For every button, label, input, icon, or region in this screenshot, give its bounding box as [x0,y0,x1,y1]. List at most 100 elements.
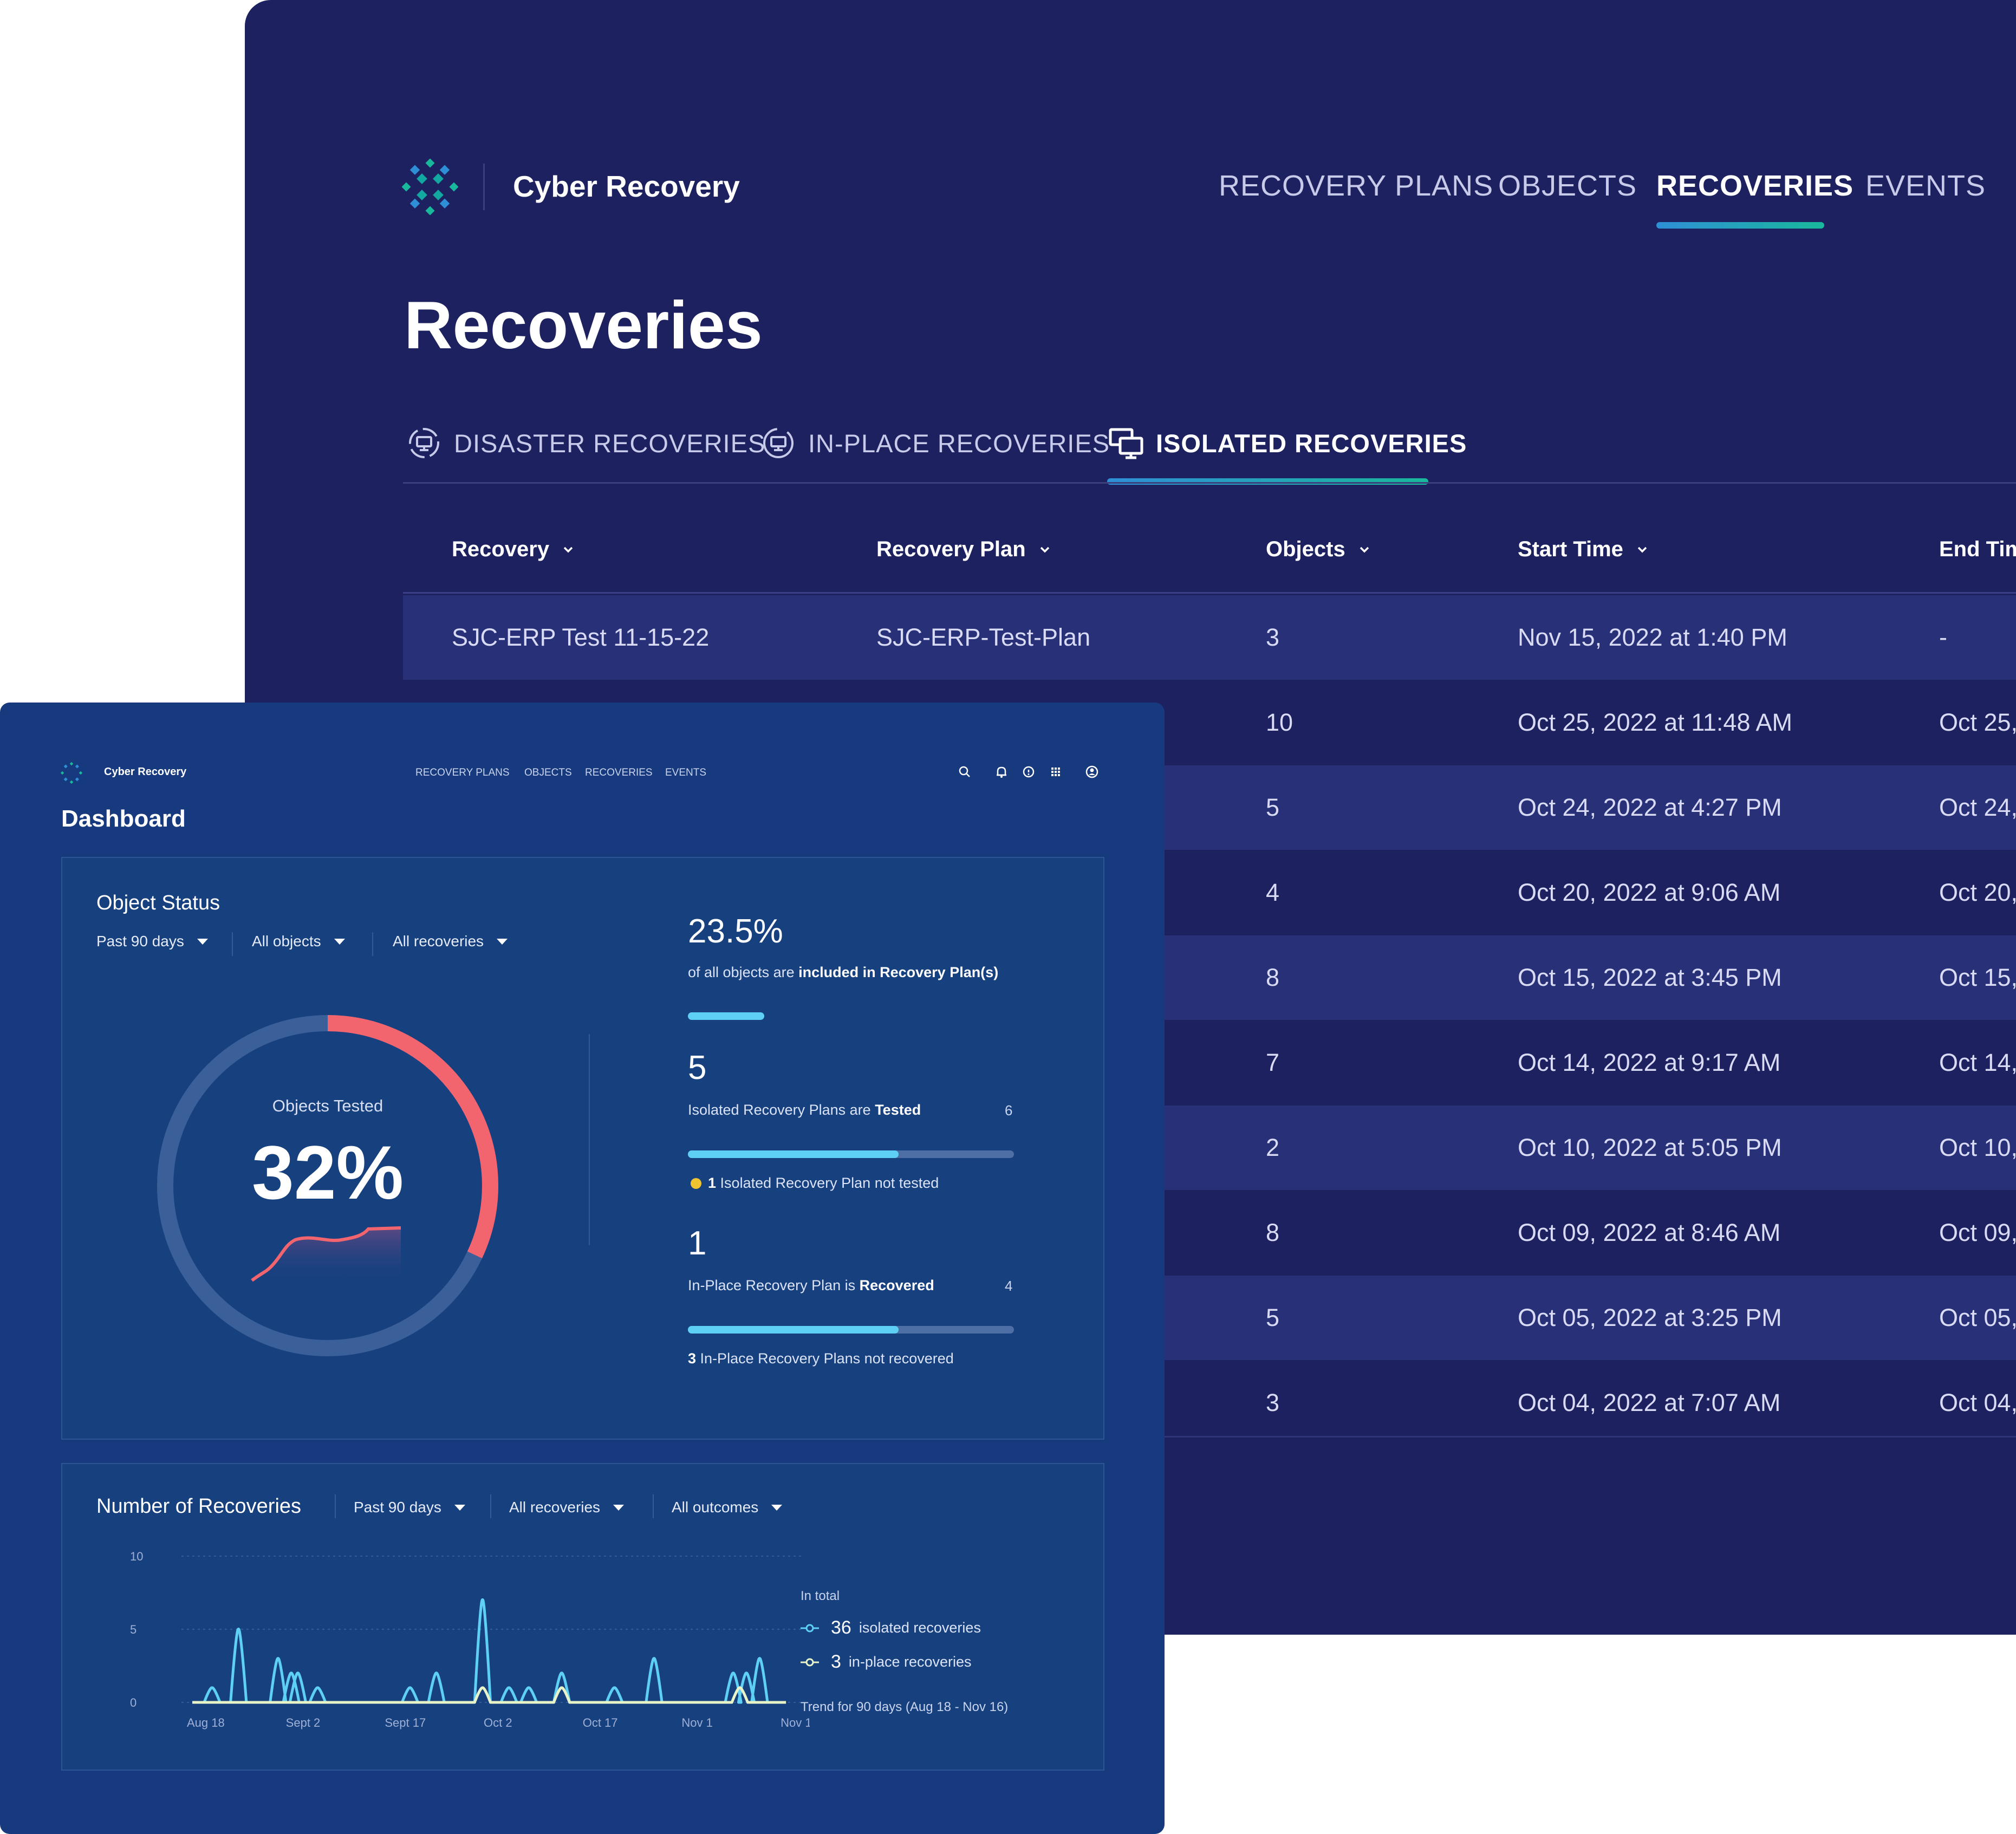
filter-objects[interactable]: All objects [252,933,345,950]
column-label: Objects [1266,537,1345,561]
filter-label: All recoveries [509,1499,601,1516]
section-divider [589,1034,590,1245]
in-place-recovered-description: In-Place Recovery Plan is Recovered [688,1277,934,1293]
isolated-tested-count: 5 [688,1049,707,1087]
donut-value: 32% [251,1130,404,1215]
cell-objects: 3 [1266,1389,1280,1416]
filter-divider [653,1494,654,1518]
caret-down-icon [497,938,508,945]
nav-recoveries[interactable]: RECOVERIES [585,767,653,779]
in-place-bar-fill [688,1326,899,1334]
included-description: of all objects are included in Recovery … [688,964,999,980]
nav-objects[interactable]: OBJECTS [524,767,572,779]
user-account-icon[interactable] [1084,764,1100,780]
legend-line-icon [801,1624,819,1632]
tab-label: DISASTER RECOVERIES [454,428,766,458]
isolated-tested-description: Isolated Recovery Plans are Tested [688,1102,921,1118]
column-header-recovery[interactable]: Recovery [452,537,575,562]
caret-down-icon [197,938,208,945]
cell-objects: 8 [1266,964,1280,991]
chevron-down-icon [1637,547,1647,552]
x-tick-label: Sept 2 [286,1716,321,1729]
cell-recovery: SJC-ERP Test 11-15-22 [452,623,710,651]
x-tick-label: Nov 1 [681,1716,712,1729]
chevron-down-icon [563,547,573,552]
nav-recovery-plans[interactable]: RECOVERY PLANS [1219,169,1493,203]
in-place-recovery-icon [763,428,794,458]
legend-in-place: 3 in-place recoveries [801,1651,972,1673]
donut-label: Objects Tested [272,1096,383,1115]
legend-label: isolated recoveries [859,1620,981,1636]
filter-outcomes[interactable]: All outcomes [672,1499,783,1516]
sparkline-area [252,1229,401,1280]
cell-start: Oct 04, 2022 at 7:07 AM [1518,1389,1781,1416]
cell-objects: 3 [1266,623,1280,651]
column-header-recovery-plan[interactable]: Recovery Plan [876,537,1052,562]
column-label: Start Time [1518,537,1623,561]
filter-label: All outcomes [672,1499,759,1516]
tab-label: IN-PLACE RECOVERIES [808,428,1110,458]
isolated-recovery-icon [1109,428,1143,459]
filter-label: All recoveries [393,933,484,949]
cell-start: Oct 24, 2022 at 4:27 PM [1518,794,1782,821]
x-tick-label: Oct 2 [484,1716,512,1729]
cell-start: Oct 25, 2022 at 11:48 AM [1518,708,1792,736]
chevron-down-icon [1360,547,1369,552]
cell-end: Oct 14, [1939,1049,2016,1076]
isolated-total: 6 [1005,1102,1013,1118]
nav-events[interactable]: EVENTS [1865,169,1986,203]
tab-disaster-recoveries[interactable]: DISASTER RECOVERIES [406,427,765,459]
y-tick-label: 5 [130,1623,136,1636]
filter-time-range[interactable]: Past 90 days [96,933,208,950]
chevron-down-icon [1040,547,1049,552]
column-header-objects[interactable]: Objects [1266,537,1371,562]
included-bar [688,1012,765,1020]
cell-start: Oct 10, 2022 at 5:05 PM [1518,1134,1782,1161]
filter-label: Past 90 days [96,933,184,949]
header-divider [403,592,2016,594]
tab-isolated-recoveries[interactable]: ISOLATED RECOVERIES [1108,427,1467,459]
cell-objects: 8 [1266,1219,1280,1246]
apps-grid-icon[interactable] [1048,764,1064,780]
card-title: Number of Recoveries [96,1495,302,1518]
bell-icon[interactable] [993,764,1010,780]
trend-note: Trend for 90 days (Aug 18 - Nov 16) [801,1700,1009,1714]
cell-end: Oct 25, [1939,708,2016,736]
filter-divider [372,932,373,956]
search-icon[interactable] [957,764,973,780]
dashboard-window: Cyber Recovery RECOVERY PLANS OBJECTS RE… [0,703,1165,1834]
series-line-isolated-recoveries [192,1598,786,1704]
filter-recoveries[interactable]: All recoveries [509,1499,625,1516]
filter-recoveries[interactable]: All recoveries [393,933,508,950]
card-title: Object Status [96,892,220,914]
active-tab-indicator [1107,478,1428,485]
table-row[interactable]: SJC-ERP Test 11-15-22 SJC-ERP-Test-Plan 3 N… [403,595,2016,680]
cell-end: Oct 24, [1939,794,2016,821]
nav-events[interactable]: EVENTS [665,767,706,779]
nav-objects[interactable]: OBJECTS [1498,169,1637,203]
cell-end: Oct 09, [1939,1219,2016,1246]
column-label: Recovery [452,537,550,561]
nav-recovery-plans[interactable]: RECOVERY PLANS [415,767,510,779]
nav-recoveries[interactable]: RECOVERIES [1656,169,1854,203]
tab-label: ISOLATED RECOVERIES [1156,428,1467,458]
filter-time-range[interactable]: Past 90 days [354,1499,465,1516]
column-label: End Tim [1939,537,2016,561]
legend-isolated: 36 isolated recoveries [801,1617,981,1638]
x-tick-label: Oct 17 [583,1716,618,1729]
column-header-end-time[interactable]: End Tim [1939,537,2016,562]
caret-down-icon [334,938,345,945]
cell-start: Oct 09, 2022 at 8:46 AM [1518,1219,1781,1246]
x-tick-label: Sept 17 [385,1716,426,1729]
in-place-total: 4 [1005,1278,1013,1294]
tabs-divider [403,482,2016,484]
cyber-recovery-logo-icon [61,762,82,784]
column-header-start-time[interactable]: Start Time [1518,537,1649,562]
cell-start: Nov 15, 2022 at 1:40 PM [1518,623,1787,651]
cell-plan: SJC-ERP-Test-Plan [876,623,1091,651]
help-icon[interactable] [1020,764,1037,780]
brand-divider [483,164,485,210]
cell-start: Oct 20, 2022 at 9:06 AM [1518,879,1781,906]
isolated-bar-fill [688,1150,899,1158]
tab-in-place-recoveries[interactable]: IN-PLACE RECOVERIES [760,427,1110,459]
